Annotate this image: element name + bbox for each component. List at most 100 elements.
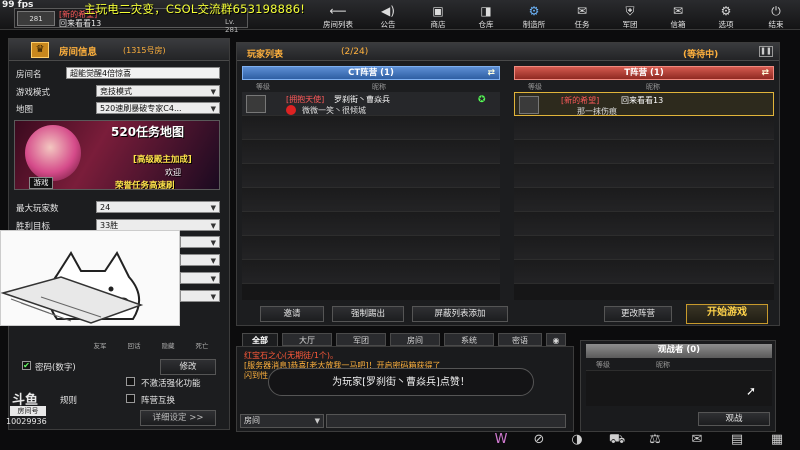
spectator-list bbox=[586, 370, 772, 406]
no-enhance-checkbox[interactable] bbox=[126, 377, 135, 386]
nav-craft[interactable]: ⚙ 制造所 bbox=[514, 0, 554, 30]
ct-player-row[interactable]: [拥抱天使] 罗刹街丶曹焱兵 微微一笑丶很倾城 ✪ bbox=[242, 92, 500, 116]
max-players-select[interactable]: 24 ▼ bbox=[96, 201, 220, 213]
spectate-button[interactable]: 观战 bbox=[698, 412, 770, 426]
room-info-header: ♛ 房间信息 (1315号房) bbox=[9, 39, 229, 61]
ct-player-sub: 微微一笑丶很倾城 bbox=[302, 106, 366, 115]
ct-team-header[interactable]: CT阵营 (1) ⇄ bbox=[242, 66, 500, 80]
player-rank-icon bbox=[519, 96, 539, 114]
stream-watermark: 斗鱼 房间号 10029936 bbox=[6, 389, 50, 437]
map-preview-badge: 游戏 bbox=[29, 177, 53, 189]
weapon-icon[interactable]: W bbox=[492, 432, 510, 448]
team-swap-checkbox[interactable] bbox=[126, 394, 135, 403]
mail-icon[interactable]: ✉ bbox=[688, 432, 706, 448]
compass-icon[interactable]: ⊘ bbox=[530, 432, 548, 448]
chat-line-3: 闪到性 bbox=[244, 371, 268, 380]
hide-button[interactable]: 隐藏 bbox=[152, 332, 184, 350]
gear-icon: ⚙ bbox=[720, 4, 732, 18]
room-id-label: 房间号 bbox=[10, 406, 46, 416]
ready-icon: ✪ bbox=[478, 95, 486, 105]
room-name-field[interactable]: 超能觉醒4倍惊喜 bbox=[66, 67, 220, 79]
chevron-down-icon: ▼ bbox=[210, 88, 216, 96]
ct-col-rank: 等级 bbox=[256, 83, 270, 91]
stream-banner: 主玩电二灾变，CSOL交流群653198886! bbox=[84, 2, 306, 16]
chat-tab-whisper[interactable]: 密语 bbox=[498, 333, 542, 346]
friendly-fire-button[interactable]: 友军 bbox=[84, 332, 116, 350]
t-col-rank: 等级 bbox=[528, 83, 542, 91]
user-name: 回来看看13 bbox=[59, 19, 102, 28]
room-id-value: 10029936 bbox=[6, 417, 47, 426]
grid-icon[interactable]: ▦ bbox=[768, 432, 786, 448]
max-players-label: 最大玩家数 bbox=[16, 204, 59, 214]
block-list-add-button[interactable]: 屏蔽列表添加 bbox=[412, 306, 508, 322]
t-player-row[interactable]: [新的希望] 回来看看13 那一抹伤痕 bbox=[514, 92, 774, 116]
player-emblem-icon bbox=[286, 105, 296, 115]
chat-tab-system[interactable]: 系统 bbox=[444, 333, 494, 346]
chevron-down-icon: ▼ bbox=[210, 275, 216, 283]
chat-input[interactable] bbox=[326, 414, 566, 428]
pause-icon[interactable]: ❚❚ bbox=[759, 46, 773, 57]
chat-tab-clan[interactable]: 军团 bbox=[336, 333, 386, 346]
invite-button[interactable]: 邀请 bbox=[260, 306, 324, 322]
chat-tab-all[interactable]: 全部 bbox=[242, 333, 278, 346]
ct-col-name: 昵称 bbox=[372, 83, 386, 91]
swap-arrows-icon[interactable]: ⇄ bbox=[487, 67, 495, 79]
nav-options[interactable]: ⚙ 选项 bbox=[706, 0, 746, 30]
ct-player-list: [拥抱天使] 罗刹街丶曹焱兵 微微一笑丶很倾城 ✪ bbox=[242, 92, 500, 300]
eye-icon[interactable]: ◉ bbox=[546, 333, 566, 346]
chat-tab-lobby[interactable]: 大厅 bbox=[282, 333, 332, 346]
nav-clan[interactable]: ⛨ 军团 bbox=[610, 0, 650, 30]
mission-icon: ✉ bbox=[576, 4, 588, 18]
password-label: 密码(数字) bbox=[35, 363, 76, 373]
room-status: (等待中) bbox=[683, 50, 719, 60]
map-select[interactable]: 520速刷暴破专家C4... ▼ bbox=[96, 102, 220, 114]
nav-storage[interactable]: ◨ 仓库 bbox=[466, 0, 506, 30]
cart-icon[interactable]: ⛟ bbox=[608, 432, 626, 448]
death-button[interactable]: 死亡 bbox=[186, 332, 218, 350]
team-swap-label: 阵营互换 bbox=[141, 396, 176, 406]
storage-icon: ◨ bbox=[480, 4, 492, 18]
chevron-down-icon: ▼ bbox=[210, 239, 216, 247]
nav-exit[interactable]: ⏻ 结束 bbox=[756, 0, 796, 30]
nav-room-list[interactable]: ⟵ 房间列表 bbox=[318, 0, 358, 30]
game-mode-select[interactable]: 竞技模式 ▼ bbox=[96, 85, 220, 97]
circle-icon[interactable]: ◑ bbox=[568, 432, 586, 448]
option-select-1[interactable]: ▼ bbox=[180, 236, 220, 248]
rank-badge: 281 bbox=[17, 11, 55, 26]
no-enhance-label: 不激活强化功能 bbox=[141, 379, 201, 389]
chat-scope-select[interactable]: 房间 ▼ bbox=[240, 414, 324, 428]
start-game-button[interactable]: 开始游戏 bbox=[686, 304, 768, 324]
option-select-4[interactable]: ▼ bbox=[180, 290, 220, 302]
password-checkbox[interactable]: ✔ bbox=[22, 361, 31, 370]
talk-button[interactable]: 回话 bbox=[118, 332, 150, 350]
scale-icon[interactable]: ⚖ bbox=[646, 432, 664, 448]
nav-announcement[interactable]: ◀) 公告 bbox=[368, 0, 408, 30]
calendar-icon[interactable]: ▤ bbox=[728, 432, 746, 448]
nav-mail[interactable]: ✉ 信箱 bbox=[658, 0, 698, 30]
spectator-col-name: 昵称 bbox=[656, 361, 670, 369]
power-icon: ⏻ bbox=[771, 4, 781, 18]
spectator-header: 观战者 (0) bbox=[586, 344, 772, 358]
map-label: 地图 bbox=[16, 105, 34, 115]
modify-password-button[interactable]: 修改 bbox=[160, 359, 216, 375]
t-player-name: 回来看看13 bbox=[621, 96, 664, 105]
megaphone-icon: ◀) bbox=[381, 4, 395, 18]
room-name-label: 房间名 bbox=[16, 70, 42, 80]
room-small-buttons: 友军 回话 隐藏 死亡 bbox=[84, 332, 220, 350]
player-rank-icon bbox=[246, 95, 266, 113]
player-list-title: 玩家列表 bbox=[247, 50, 284, 60]
option-select-2[interactable]: ▼ bbox=[180, 254, 220, 266]
chevron-down-icon: ▼ bbox=[314, 417, 320, 425]
swap-arrows-icon[interactable]: ⇄ bbox=[761, 67, 769, 79]
chevron-down-icon: ▼ bbox=[210, 105, 216, 113]
kick-button[interactable]: 强制踢出 bbox=[332, 306, 404, 322]
chat-tab-room[interactable]: 房间 bbox=[390, 333, 440, 346]
chevron-down-icon: ▼ bbox=[210, 293, 216, 301]
nav-shop[interactable]: ▣ 商店 bbox=[418, 0, 458, 30]
details-settings-button[interactable]: 详细设定 >> bbox=[140, 410, 216, 426]
t-team-header[interactable]: T阵营 (1) ⇄ bbox=[514, 66, 774, 80]
shop-icon: ▣ bbox=[432, 4, 444, 18]
change-team-button[interactable]: 更改阵营 bbox=[604, 306, 672, 322]
nav-mission[interactable]: ✉ 任务 bbox=[562, 0, 602, 30]
option-select-3[interactable]: ▼ bbox=[180, 272, 220, 284]
